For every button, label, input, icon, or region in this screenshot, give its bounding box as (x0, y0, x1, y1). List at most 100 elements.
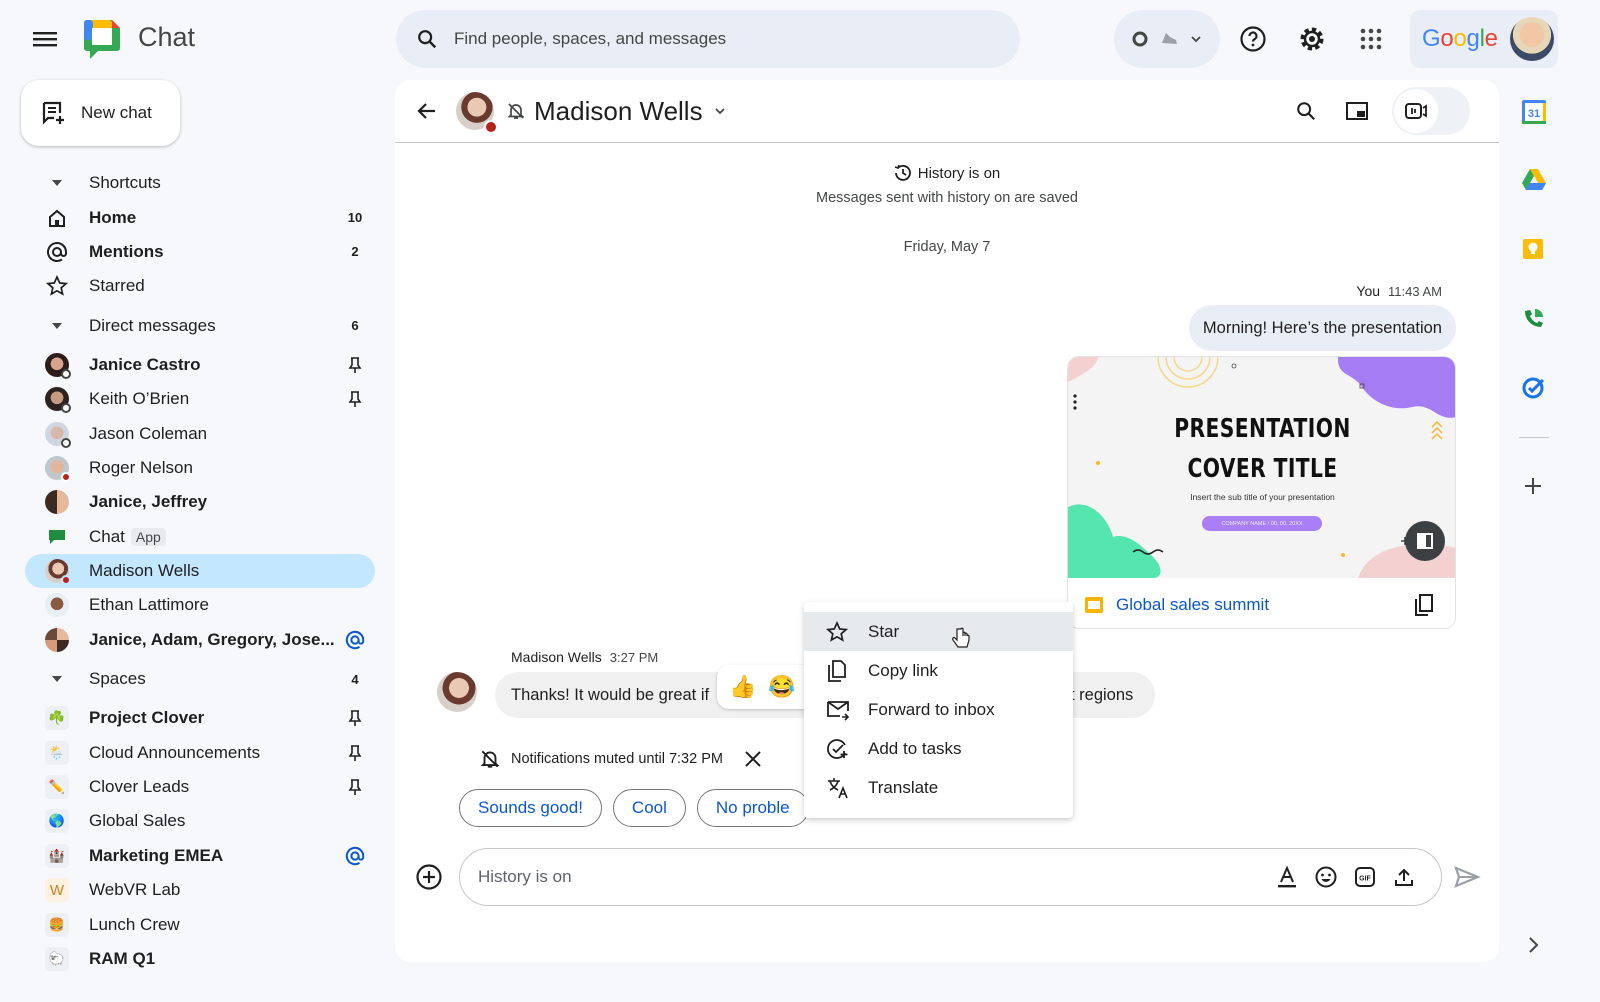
dm-item-chat-app[interactable]: Chat App (25, 520, 375, 554)
gif-icon: GIF (1354, 867, 1375, 887)
tasks-app-button[interactable] (1521, 374, 1547, 400)
sender-avatar[interactable] (437, 672, 477, 712)
space-label: RAM Q1 (89, 949, 156, 968)
calendar-app-button[interactable]: 31 (1521, 99, 1547, 125)
conversation-title[interactable]: Madison Wells (534, 96, 703, 127)
space-item[interactable]: 🍔 Lunch Crew (25, 907, 375, 941)
settings-button[interactable] (1292, 19, 1332, 59)
dm-item[interactable]: Janice Castro (25, 348, 375, 382)
space-item[interactable]: ✏️ Clover Leads (25, 770, 375, 804)
add-attachment-button[interactable] (415, 863, 443, 891)
slide-company-pill: COMPANY NAME / 00. 00. 20XX (1202, 516, 1322, 531)
menu-item-forward-to-inbox[interactable]: Forward to inbox (804, 690, 1073, 729)
space-item[interactable]: 🌎 Global Sales (25, 804, 375, 838)
google-calendar-icon: 31 (1522, 100, 1546, 124)
space-item[interactable]: ☘️ Project Clover (25, 701, 375, 735)
attachment-footer: Global sales summit (1068, 579, 1455, 628)
new-chat-button[interactable]: New chat (21, 80, 180, 146)
conversation-avatar[interactable] (456, 92, 498, 134)
search-in-conversation-button[interactable] (1295, 100, 1317, 122)
dm-item[interactable]: Ethan Lattimore (25, 588, 375, 622)
google-slides-icon (1085, 596, 1103, 613)
plus-icon (1525, 478, 1541, 494)
upload-button[interactable] (1384, 866, 1423, 888)
section-header-spaces[interactable]: Spaces 4 (25, 657, 375, 701)
attachment-name[interactable]: Global sales summit (1116, 595, 1269, 615)
smart-reply-chip[interactable]: No proble (696, 789, 809, 827)
dm-item[interactable]: Roger Nelson (25, 451, 375, 485)
google-account-button[interactable]: Google (1410, 10, 1558, 68)
pin-button[interactable] (335, 709, 375, 727)
apps-launcher-button[interactable] (1351, 19, 1391, 59)
keep-app-button[interactable] (1521, 237, 1547, 263)
main-menu-button[interactable] (30, 26, 60, 52)
pin-icon (348, 779, 362, 796)
meet-button[interactable] (1392, 87, 1470, 135)
sidebar-item-mentions[interactable]: Mentions 2 (25, 235, 375, 269)
smart-reply-chip[interactable]: Sounds good! (459, 789, 602, 827)
pop-out-button[interactable] (1345, 100, 1369, 122)
menu-item-translate[interactable]: Translate (804, 768, 1073, 807)
chat-logo[interactable] (82, 19, 122, 61)
format-text-button[interactable] (1267, 865, 1306, 889)
drive-app-button[interactable] (1521, 168, 1547, 194)
space-item[interactable]: W WebVR Lab (25, 873, 375, 907)
muted-notice: Notifications muted until 7:32 PM (479, 748, 763, 770)
pin-button[interactable] (335, 356, 375, 374)
emoji-button[interactable] (1306, 865, 1345, 889)
dm-item[interactable]: Keith O’Brien (25, 382, 375, 416)
sidebar-item-home[interactable]: Home 10 (25, 200, 375, 234)
sidebar-item-starred[interactable]: Starred (25, 269, 375, 303)
space-item[interactable]: 🌦️ Cloud Announcements (25, 735, 375, 769)
conversation-menu-button[interactable] (713, 104, 727, 118)
dm-item[interactable]: Jason Coleman (25, 416, 375, 450)
message-composer[interactable]: GIF (459, 848, 1442, 906)
pin-button[interactable] (335, 744, 375, 762)
search-icon (1297, 102, 1316, 121)
smart-reply-chip[interactable]: Cool (612, 789, 686, 827)
account-avatar (1509, 17, 1554, 61)
attachment-card[interactable]: PRESENTATION COVER TITLE Insert the sub t… (1067, 356, 1456, 629)
gif-button[interactable]: GIF (1345, 866, 1384, 888)
reaction-laughing[interactable]: 😂 (768, 674, 795, 700)
search-input[interactable] (454, 29, 974, 49)
message-input[interactable] (478, 867, 1267, 887)
slide-thumbnail[interactable]: PRESENTATION COVER TITLE Insert the sub t… (1068, 357, 1455, 578)
caret-down-icon (52, 676, 62, 683)
menu-item-star[interactable]: Star (804, 612, 1073, 651)
voice-app-button[interactable] (1521, 305, 1547, 331)
attachment-more-button[interactable] (1072, 393, 1078, 411)
menu-item-add-to-tasks[interactable]: Add to tasks (804, 729, 1073, 768)
help-button[interactable] (1233, 19, 1273, 59)
text-format-icon (1277, 865, 1296, 888)
dismiss-muted-button[interactable] (743, 749, 763, 769)
add-circle-icon (416, 864, 442, 890)
pin-button[interactable] (335, 778, 375, 796)
search-bar[interactable] (396, 10, 1020, 68)
dm-item-selected[interactable]: Madison Wells (25, 553, 375, 589)
section-header-direct-messages[interactable]: Direct messages 6 (25, 304, 375, 348)
dm-item[interactable]: Janice, Jeffrey (25, 485, 375, 519)
copy-attachment-button[interactable] (1413, 593, 1435, 617)
unread-count: 4 (351, 671, 359, 687)
expand-panel-button[interactable] (1521, 933, 1547, 959)
add-task-icon (827, 738, 848, 759)
hamburger-icon (33, 32, 57, 47)
message-bubble-outgoing[interactable]: Morning! Here’s the presentation (1188, 305, 1456, 351)
present-button[interactable] (1405, 521, 1445, 561)
status-selector[interactable] (1114, 10, 1220, 68)
dm-item[interactable]: Janice, Adam, Gregory, Jose... (25, 623, 375, 657)
pin-button[interactable] (335, 390, 375, 408)
section-header-shortcuts[interactable]: Shortcuts (25, 166, 375, 200)
at-icon (345, 630, 365, 650)
get-addons-button[interactable] (1521, 474, 1547, 500)
space-label: Clover Leads (89, 777, 190, 797)
back-button[interactable] (415, 99, 439, 123)
reaction-thumbs-up[interactable]: 👍 (729, 674, 756, 700)
space-item[interactable]: 🏰 Marketing EMEA (25, 839, 375, 873)
space-item[interactable]: 🐑 RAM Q1 (25, 942, 375, 976)
pin-icon (348, 744, 362, 761)
gear-icon (1300, 27, 1324, 51)
menu-item-copy-link[interactable]: Copy link (804, 651, 1073, 690)
send-button[interactable] (1453, 865, 1481, 889)
